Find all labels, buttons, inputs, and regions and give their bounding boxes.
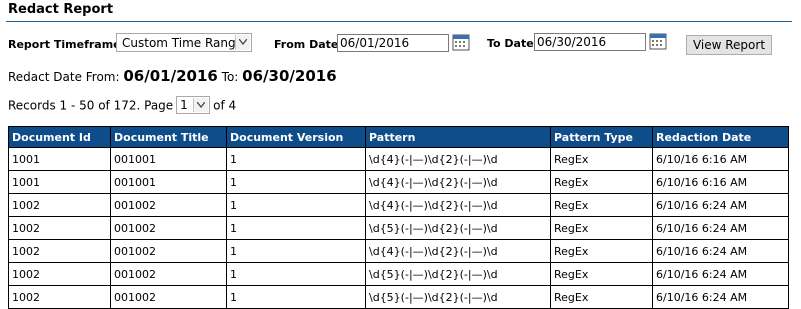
- table-cell: \d{4}(-|—)\d{2}(-|—)\d: [365, 170, 551, 194]
- table-cell: \d{5}(-|—)\d{2}(-|—)\d: [365, 262, 551, 286]
- table-cell: RegEx: [550, 193, 653, 217]
- table-cell: 1002: [8, 285, 111, 309]
- table-cell: \d{4}(-|—)\d{2}(-|—)\d: [365, 147, 551, 171]
- table-cell: 1: [226, 147, 366, 171]
- column-header[interactable]: Document Version: [226, 126, 366, 148]
- table-cell: \d{4}(-|—)\d{2}(-|—)\d: [365, 193, 551, 217]
- to-date-label: To Date: [487, 37, 534, 50]
- table-cell: RegEx: [550, 239, 653, 263]
- date-range-summary: Redact Date From: 06/01/2016 To: 06/30/2…: [8, 67, 337, 85]
- table-cell: \d{5}(-|—)\d{2}(-|—)\d: [365, 216, 551, 240]
- table-cell: 1: [226, 285, 366, 309]
- calendar-icon[interactable]: [452, 33, 470, 51]
- page-count-text: of 4: [213, 98, 237, 113]
- table-cell: 1002: [8, 239, 111, 263]
- table-cell: 1002: [8, 193, 111, 217]
- column-header[interactable]: Pattern: [365, 126, 551, 148]
- table-cell: 001001: [110, 170, 227, 194]
- table-cell: 6/10/16 6:24 AM: [652, 193, 789, 217]
- to-date-input[interactable]: 06/30/2016: [534, 33, 646, 51]
- chevron-down-icon[interactable]: [235, 35, 250, 50]
- table-cell: 1: [226, 262, 366, 286]
- table-row: 1002 001002 1 \d{5}(-|—)\d{2}(-|—)\d RegEx 6/…: [8, 285, 789, 309]
- page-select-value: 1: [180, 98, 188, 112]
- table-cell: RegEx: [550, 216, 653, 240]
- table-cell: 001002: [110, 239, 227, 263]
- pager: Records 1 - 50 of 172. Page 1 of 4: [8, 96, 237, 115]
- table-cell: 001001: [110, 147, 227, 171]
- table-row: 1001 001001 1 \d{4}(-|—)\d{2}(-|—)\d RegEx 6/…: [8, 147, 789, 171]
- table-cell: 6/10/16 6:16 AM: [652, 147, 789, 171]
- column-header[interactable]: Document Id: [8, 126, 111, 148]
- summary-prefix: Redact Date From:: [8, 70, 120, 84]
- calendar-icon[interactable]: [649, 32, 667, 50]
- table-cell: 1002: [8, 216, 111, 240]
- table-cell: 001002: [110, 285, 227, 309]
- table-cell: 001002: [110, 262, 227, 286]
- table-cell: 6/10/16 6:24 AM: [652, 285, 789, 309]
- table-cell: 1001: [8, 170, 111, 194]
- table-cell: RegEx: [550, 285, 653, 309]
- table-cell: 1: [226, 239, 366, 263]
- table-cell: \d{5}(-|—)\d{2}(-|—)\d: [365, 285, 551, 309]
- table-header-row: Document Id Document Title Document Vers…: [8, 126, 789, 148]
- page-select[interactable]: 1: [176, 96, 211, 114]
- table-cell: 001002: [110, 216, 227, 240]
- table-cell: 001002: [110, 193, 227, 217]
- table-row: 1002 001002 1 \d{5}(-|—)\d{2}(-|—)\d RegEx 6/…: [8, 216, 789, 240]
- timeframe-select[interactable]: Custom Time Range: [116, 33, 252, 52]
- summary-from-date: 06/01/2016: [123, 67, 218, 85]
- table-cell: 1002: [8, 262, 111, 286]
- table-row: 1002 001002 1 \d{5}(-|—)\d{2}(-|—)\d RegEx 6/…: [8, 262, 789, 286]
- title-divider: [6, 21, 792, 22]
- table-cell: 1: [226, 170, 366, 194]
- table-cell: RegEx: [550, 170, 653, 194]
- table-row: 1002 001002 1 \d{4}(-|—)\d{2}(-|—)\d RegEx 6/…: [8, 239, 789, 263]
- table-cell: 6/10/16 6:24 AM: [652, 262, 789, 286]
- table-cell: 1: [226, 193, 366, 217]
- summary-to-date: 06/30/2016: [242, 67, 337, 85]
- redact-report-table: Document Id Document Title Document Vers…: [8, 126, 789, 309]
- table-row: 1002 001002 1 \d{4}(-|—)\d{2}(-|—)\d RegEx 6/…: [8, 193, 789, 217]
- from-date-input[interactable]: 06/01/2016: [337, 34, 449, 52]
- column-header[interactable]: Document Title: [110, 126, 227, 148]
- chevron-down-icon[interactable]: [193, 98, 209, 112]
- column-header[interactable]: Pattern Type: [550, 126, 653, 148]
- table-cell: RegEx: [550, 262, 653, 286]
- table-cell: 1001: [8, 147, 111, 171]
- table-cell: RegEx: [550, 147, 653, 171]
- from-date-label: From Date: [274, 38, 339, 51]
- table-cell: \d{4}(-|—)\d{2}(-|—)\d: [365, 239, 551, 263]
- page-title: Redact Report: [8, 2, 114, 17]
- column-header[interactable]: Redaction Date: [652, 126, 789, 148]
- table-cell: 6/10/16 6:16 AM: [652, 170, 789, 194]
- timeframe-label: Report Timeframe: [8, 38, 121, 51]
- table-cell: 6/10/16 6:24 AM: [652, 216, 789, 240]
- view-report-button[interactable]: View Report: [686, 35, 772, 55]
- table-cell: 1: [226, 216, 366, 240]
- summary-to-label: To:: [221, 70, 239, 84]
- table-cell: 6/10/16 6:24 AM: [652, 239, 789, 263]
- timeframe-select-value: Custom Time Range: [122, 36, 244, 50]
- records-text: Records 1 - 50 of 172. Page: [8, 98, 174, 113]
- table-row: 1001 001001 1 \d{4}(-|—)\d{2}(-|—)\d RegEx 6/…: [8, 170, 789, 194]
